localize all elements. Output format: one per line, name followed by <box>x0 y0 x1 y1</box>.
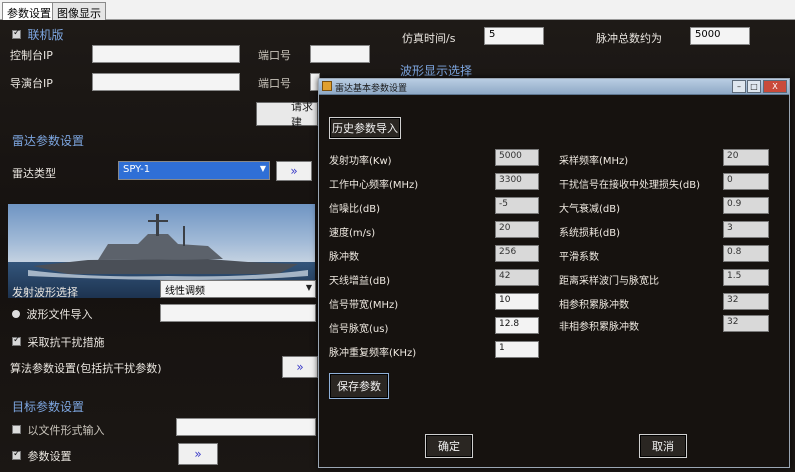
port1-field[interactable] <box>310 45 370 63</box>
waveform-file-field[interactable] <box>160 304 316 322</box>
param-set-button[interactable]: » <box>178 443 218 465</box>
right-field-label: 距离采样波门与脉宽比 <box>559 276 659 287</box>
left-field-label: 速度(m/s) <box>329 228 376 239</box>
target-section-title: 目标参数设置 <box>12 400 85 414</box>
left-field-label: 工作中心频率(MHz) <box>329 180 419 191</box>
right-field-label: 非相参积累脉冲数 <box>559 322 639 333</box>
controller-ip-label: 控制台IP <box>10 49 53 62</box>
file-import-checkbox[interactable] <box>12 425 21 434</box>
pulse-total-field[interactable]: 5000 <box>690 27 750 45</box>
minimize-icon[interactable]: – <box>732 80 746 93</box>
right-field-input[interactable]: 32 <box>723 315 769 332</box>
tab-image-display[interactable]: 图像显示 <box>52 2 106 20</box>
ok-button[interactable]: 确定 <box>425 434 473 458</box>
chevron-down-icon: ▼ <box>259 164 266 173</box>
right-field-input[interactable]: 20 <box>723 149 769 166</box>
director-ip-field[interactable] <box>92 73 240 91</box>
sim-time-label: 仿真时间/s <box>402 32 456 45</box>
radar-type-value: SPY-1 <box>123 164 151 175</box>
left-field-label: 信号脉宽(us) <box>329 324 389 335</box>
left-field-label: 发射功率(Kw) <box>329 156 392 167</box>
right-field-label: 平滑系数 <box>559 252 599 263</box>
left-field-input[interactable]: 5000 <box>495 149 539 166</box>
anti-jam-checkbox[interactable] <box>12 335 21 346</box>
request-button[interactable]: 请求建 <box>256 100 318 129</box>
file-import-label: 以文件形式输入 <box>27 424 105 437</box>
left-field-label: 天线增益(dB) <box>329 276 391 287</box>
left-field-input[interactable]: 42 <box>495 269 539 286</box>
anti-jam-label: 采取抗干扰措施 <box>27 336 105 349</box>
port2-label: 端口号 <box>258 77 291 90</box>
online-checkbox[interactable] <box>12 28 21 39</box>
left-field-label: 信噪比(dB) <box>329 204 381 215</box>
close-button[interactable]: X <box>763 80 787 93</box>
left-field-input[interactable]: 12.8 <box>495 317 539 334</box>
port1-label: 端口号 <box>258 49 291 62</box>
right-field-label: 系统损耗(dB) <box>559 228 621 239</box>
app-icon <box>322 81 332 91</box>
radar-section-title: 雷达参数设置 <box>12 134 85 148</box>
file-import-row: 以文件形式输入 <box>12 422 105 438</box>
maximize-icon[interactable]: □ <box>747 80 761 93</box>
right-field-input[interactable]: 0.9 <box>723 197 769 214</box>
right-field-label: 大气衰减(dB) <box>559 204 621 215</box>
online-row: 联机版 <box>12 26 64 43</box>
director-ip-label: 导演台IP <box>10 77 53 90</box>
waveform-select-value: 线性调频 <box>165 286 205 297</box>
save-params-button[interactable]: 保存参数 <box>329 373 389 399</box>
param-set-checkbox[interactable] <box>12 449 21 460</box>
radar-params-dialog: 雷达基本参数设置 – □ X 历史参数导入 保存参数 确定 取消 发射功率(Kw… <box>318 78 790 468</box>
right-field-input[interactable]: 1.5 <box>723 269 769 286</box>
left-field-label: 信号带宽(MHz) <box>329 300 399 311</box>
pulse-total-label: 脉冲总数约为 <box>596 32 662 45</box>
tab-parameter-settings[interactable]: 参数设置 <box>2 2 56 20</box>
algo-params-button[interactable]: » <box>282 356 318 378</box>
left-field-label: 脉冲重复频率(KHz) <box>329 348 417 359</box>
waveform-select-label: 发射波形选择 <box>12 286 78 299</box>
right-field-input[interactable]: 32 <box>723 293 769 310</box>
online-label: 联机版 <box>27 28 64 42</box>
right-field-label: 相参积累脉冲数 <box>559 300 629 311</box>
waveform-display-label: 波形显示选择 <box>400 64 473 78</box>
param-set-row: 参数设置 <box>12 448 72 464</box>
left-field-input[interactable]: 1 <box>495 341 539 358</box>
dialog-title: 雷达基本参数设置 <box>335 84 408 94</box>
right-field-input[interactable]: 3 <box>723 221 769 238</box>
waveform-file-label: 波形文件导入 <box>26 308 93 321</box>
waveform-file-radio[interactable] <box>12 310 20 318</box>
history-import-button[interactable]: 历史参数导入 <box>329 117 401 139</box>
right-field-input[interactable]: 0 <box>723 173 769 190</box>
chevron-down-icon: ▼ <box>305 283 312 292</box>
left-field-input[interactable]: 20 <box>495 221 539 238</box>
sim-time-field[interactable]: 5 <box>484 27 544 45</box>
left-field-input[interactable]: 3300 <box>495 173 539 190</box>
right-field-label: 干扰信号在接收中处理损失(dB) <box>559 180 701 191</box>
param-set-label: 参数设置 <box>27 450 72 463</box>
anti-jam-row: 采取抗干扰措施 <box>12 334 105 350</box>
cancel-button[interactable]: 取消 <box>639 434 687 458</box>
left-field-input[interactable]: 10 <box>495 293 539 310</box>
controller-ip-field[interactable] <box>92 45 240 63</box>
radar-type-label: 雷达类型 <box>12 167 56 180</box>
tab-bar: 参数设置 图像显示 <box>0 0 795 20</box>
waveform-select[interactable]: 线性调频 ▼ <box>160 280 316 298</box>
dialog-titlebar: 雷达基本参数设置 – □ X <box>319 79 789 95</box>
waveform-file-row: 波形文件导入 <box>12 306 93 322</box>
right-field-input[interactable]: 0.8 <box>723 245 769 262</box>
left-field-input[interactable]: 256 <box>495 245 539 262</box>
algo-params-label: 算法参数设置(包括抗干扰参数) <box>10 362 162 375</box>
file-import-field[interactable] <box>176 418 316 436</box>
radar-type-expand-button[interactable]: » <box>276 161 312 181</box>
left-field-input[interactable]: -5 <box>495 197 539 214</box>
right-field-label: 采样频率(MHz) <box>559 156 629 167</box>
left-field-label: 脉冲数 <box>329 252 359 263</box>
radar-type-select[interactable]: SPY-1 ▼ <box>118 161 270 180</box>
